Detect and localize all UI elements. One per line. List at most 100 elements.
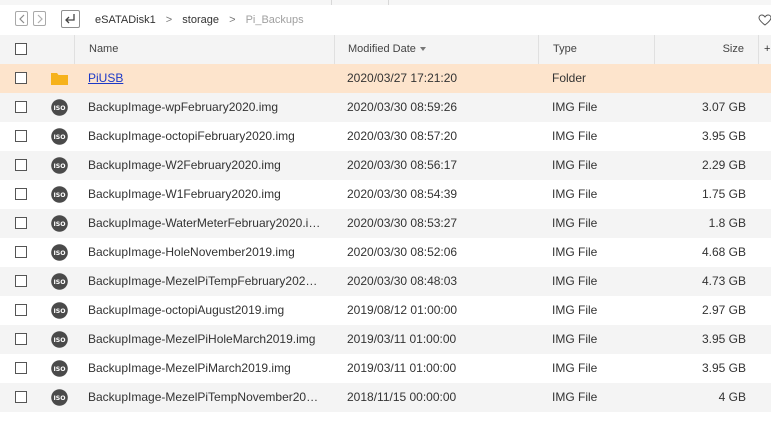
file-row[interactable]: ISO BackupImage-WaterMeterFebruary2020.i…	[0, 209, 771, 238]
file-row[interactable]: ISO BackupImage-MezelPiHoleMarch2019.img…	[0, 325, 771, 354]
file-row[interactable]: ISO BackupImage-HoleNovember2019.img 202…	[0, 238, 771, 267]
column-modified-date[interactable]: Modified Date	[348, 35, 426, 64]
file-row[interactable]: ISO BackupImage-octopiFebruary2020.img 2…	[0, 122, 771, 151]
file-modified-date: 2020/03/30 08:57:20	[347, 129, 458, 143]
file-name[interactable]: BackupImage-MezelPiMarch2019.img	[88, 354, 324, 383]
breadcrumb-separator-icon: >	[229, 14, 236, 26]
column-divider[interactable]	[334, 35, 335, 64]
file-name[interactable]: BackupImage-W2February2020.img	[88, 151, 324, 180]
iso-file-icon: ISO	[51, 128, 68, 145]
back-button[interactable]	[15, 11, 28, 26]
row-checkbox[interactable]	[15, 72, 27, 84]
column-divider[interactable]	[654, 35, 655, 64]
iso-file-icon: ISO	[51, 215, 68, 232]
file-type: IMG File	[552, 332, 598, 346]
file-size: 3.95 GB	[701, 361, 746, 375]
breadcrumb-current: Pi_Backups	[245, 14, 304, 26]
file-size: 2.97 GB	[701, 303, 746, 317]
file-name[interactable]: BackupImage-MezelPiTempFebruary202…	[88, 267, 324, 296]
file-name[interactable]: BackupImage-WaterMeterFebruary2020.i…	[88, 209, 324, 238]
row-checkbox[interactable]	[15, 159, 27, 171]
chevron-left-icon	[19, 14, 25, 24]
chevron-right-icon	[37, 14, 43, 24]
column-divider[interactable]	[758, 35, 759, 64]
file-row[interactable]: ISO BackupImage-octopiAugust2019.img 201…	[0, 296, 771, 325]
svg-text:ISO: ISO	[53, 163, 65, 170]
row-checkbox[interactable]	[15, 188, 27, 200]
row-checkbox[interactable]	[15, 362, 27, 374]
file-row[interactable]: ISO BackupImage-MezelPiTempFebruary202… …	[0, 267, 771, 296]
file-name[interactable]: BackupImage-wpFebruary2020.img	[88, 93, 324, 122]
svg-text:ISO: ISO	[53, 279, 65, 286]
file-modified-date: 2019/03/11 01:00:00	[347, 361, 457, 375]
file-name[interactable]: BackupImage-MezelPiTempNovember20…	[88, 383, 324, 412]
svg-text:ISO: ISO	[53, 366, 65, 373]
file-name[interactable]: BackupImage-HoleNovember2019.img	[88, 238, 324, 267]
row-checkbox[interactable]	[15, 391, 27, 403]
row-checkbox[interactable]	[15, 333, 27, 345]
file-row[interactable]: ISO BackupImage-MezelPiTempNovember20… 2…	[0, 383, 771, 412]
file-row[interactable]: PiUSB 2020/03/27 17:21:20 Folder	[0, 64, 771, 93]
iso-file-icon: ISO	[51, 331, 68, 348]
iso-file-icon: ISO	[51, 273, 68, 290]
file-row[interactable]: ISO BackupImage-W2February2020.img 2020/…	[0, 151, 771, 180]
heart-icon[interactable]	[758, 14, 771, 26]
file-type: IMG File	[552, 390, 598, 404]
sort-descending-icon	[419, 47, 426, 52]
file-modified-date: 2020/03/30 08:56:17	[347, 158, 458, 172]
file-type: Folder	[552, 71, 587, 85]
iso-file-icon: ISO	[51, 244, 68, 261]
file-modified-date: 2020/03/30 08:54:39	[347, 187, 458, 201]
file-row[interactable]: ISO BackupImage-W1February2020.img 2020/…	[0, 180, 771, 209]
row-checkbox[interactable]	[15, 246, 27, 258]
column-type[interactable]: Type	[553, 35, 577, 64]
row-checkbox[interactable]	[15, 130, 27, 142]
forward-button[interactable]	[33, 11, 46, 26]
iso-file-icon: ISO	[51, 157, 68, 174]
column-name[interactable]: Name	[89, 35, 118, 64]
file-modified-date: 2020/03/30 08:53:27	[347, 216, 458, 230]
row-checkbox[interactable]	[15, 275, 27, 287]
file-name[interactable]: BackupImage-octopiFebruary2020.img	[88, 122, 324, 151]
return-arrow-icon	[65, 14, 75, 24]
breadcrumb-separator-icon: >	[165, 14, 173, 26]
file-modified-date: 2019/08/12 01:00:00	[347, 303, 458, 317]
breadcrumb: eSATADisk1 > storage > Pi_Backups	[95, 13, 304, 27]
row-checkbox[interactable]	[15, 101, 27, 113]
column-divider[interactable]	[538, 35, 539, 64]
column-size[interactable]: Size	[723, 35, 744, 64]
add-column-icon[interactable]: +	[764, 35, 770, 64]
iso-file-icon: ISO	[51, 186, 68, 203]
toolbar: eSATADisk1 > storage > Pi_Backups	[0, 5, 771, 36]
file-type: IMG File	[552, 158, 598, 172]
file-row[interactable]: ISO BackupImage-wpFebruary2020.img 2020/…	[0, 93, 771, 122]
file-row[interactable]: ISO BackupImage-MezelPiMarch2019.img 201…	[0, 354, 771, 383]
file-list: PiUSB 2020/03/27 17:21:20 Folder ISO Bac…	[0, 64, 771, 412]
file-modified-date: 2020/03/27 17:21:20	[347, 71, 458, 85]
iso-file-icon: ISO	[51, 99, 68, 116]
file-name[interactable]: BackupImage-W1February2020.img	[88, 180, 324, 209]
breadcrumb-item[interactable]: storage	[182, 14, 219, 26]
row-checkbox[interactable]	[15, 217, 27, 229]
column-header: Name Modified Date Type Size +	[0, 35, 771, 65]
row-checkbox[interactable]	[15, 304, 27, 316]
file-size: 3.95 GB	[701, 129, 746, 143]
file-type: IMG File	[552, 361, 598, 375]
file-type: IMG File	[552, 129, 598, 143]
file-modified-date: 2020/03/30 08:52:06	[347, 245, 458, 259]
folder-icon	[51, 73, 68, 85]
select-all-checkbox[interactable]	[15, 43, 27, 55]
breadcrumb-item[interactable]: eSATADisk1	[95, 14, 156, 26]
file-name[interactable]: PiUSB	[88, 64, 324, 93]
file-name[interactable]: BackupImage-MezelPiHoleMarch2019.img	[88, 325, 324, 354]
file-modified-date: 2020/03/30 08:59:26	[347, 100, 458, 114]
parent-folder-button[interactable]	[61, 10, 80, 28]
column-divider	[74, 35, 75, 64]
file-size: 3.95 GB	[701, 332, 746, 346]
file-size: 1.75 GB	[701, 187, 746, 201]
file-type: IMG File	[552, 274, 598, 288]
file-name[interactable]: BackupImage-octopiAugust2019.img	[88, 296, 324, 325]
svg-text:ISO: ISO	[53, 250, 65, 257]
file-type: IMG File	[552, 245, 598, 259]
svg-text:ISO: ISO	[53, 395, 65, 402]
